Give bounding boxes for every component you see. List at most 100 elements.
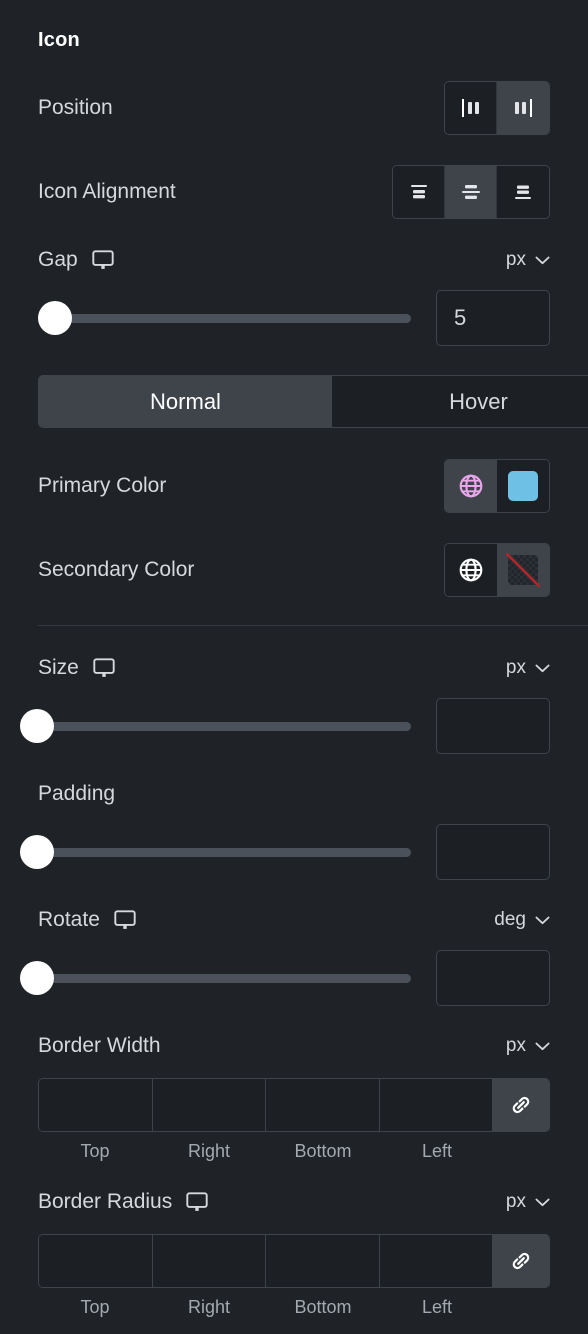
globe-icon	[459, 474, 483, 498]
border-width-unit-value: px	[505, 1035, 526, 1056]
border-width-top-input[interactable]	[39, 1079, 153, 1131]
align-start-vertical-icon	[461, 99, 479, 117]
padding-value-input[interactable]	[436, 824, 550, 880]
icon-alignment-label: Icon Alignment	[38, 180, 176, 203]
desktop-icon[interactable]	[114, 910, 136, 930]
primary-color-label: Primary Color	[38, 474, 167, 497]
state-tabs: Normal Hover	[38, 375, 588, 428]
size-label: Size	[38, 656, 79, 679]
tab-normal[interactable]: Normal	[39, 376, 332, 427]
position-option-start[interactable]	[445, 82, 497, 134]
border-width-label-left: Left	[421, 1141, 453, 1161]
rotate-label: Rotate	[38, 908, 100, 931]
secondary-color-global-button[interactable]	[445, 544, 497, 596]
border-radius-label: Border Radius	[38, 1190, 173, 1213]
link-icon	[512, 1252, 530, 1270]
icon-alignment-option-middle[interactable]	[445, 166, 497, 218]
size-slider-thumb[interactable]	[20, 709, 54, 743]
size-slider[interactable]	[20, 709, 411, 743]
border-radius-left-input[interactable]	[379, 1235, 493, 1287]
size-unit-value: px	[505, 657, 526, 678]
size-header: Size px	[0, 652, 588, 684]
align-bottom-icon	[515, 185, 531, 199]
border-width-bottom-input[interactable]	[266, 1079, 380, 1131]
chevron-down-icon	[535, 1198, 550, 1207]
gap-unit-value: px	[505, 249, 526, 270]
primary-color-global-button[interactable]	[445, 460, 497, 512]
padding-slider-row	[0, 824, 588, 880]
section-title: Icon	[38, 28, 80, 51]
gap-value-input[interactable]: 5	[436, 290, 550, 346]
primary-color-swatch	[508, 471, 538, 501]
border-width-header: Border Width px	[0, 1030, 588, 1062]
primary-color-swatch-button[interactable]	[497, 460, 549, 512]
globe-icon	[459, 558, 483, 582]
border-width-label: Border Width	[38, 1034, 161, 1057]
icon-alignment-option-bottom[interactable]	[497, 166, 549, 218]
secondary-color-row: Secondary Color	[0, 543, 588, 597]
gap-slider-thumb[interactable]	[38, 301, 72, 335]
rotate-unit-selector[interactable]: deg	[494, 909, 550, 931]
border-width-inputs	[38, 1078, 550, 1132]
gap-unit-selector[interactable]: px	[506, 249, 550, 271]
border-radius-label-top: Top	[80, 1297, 110, 1317]
border-radius-inputs	[38, 1234, 550, 1288]
position-row: Position	[0, 81, 588, 135]
icon-style-panel: Icon Position Icon Alignment Gap px 5 No…	[0, 0, 588, 1334]
border-width-side-labels: Top Right Bottom Left	[38, 1141, 550, 1162]
border-radius-unit-value: px	[505, 1191, 526, 1212]
padding-slider[interactable]	[20, 835, 411, 869]
secondary-color-control	[444, 543, 550, 597]
border-width-unit-selector[interactable]: px	[506, 1035, 550, 1057]
border-radius-control: Top Right Bottom Left	[0, 1234, 588, 1318]
padding-label: Padding	[38, 782, 116, 805]
rotate-slider[interactable]	[20, 961, 411, 995]
border-radius-right-input[interactable]	[152, 1235, 266, 1287]
border-radius-label-left: Left	[421, 1297, 453, 1317]
rotate-slider-thumb[interactable]	[20, 961, 54, 995]
rotate-slider-track	[20, 973, 411, 983]
icon-alignment-row: Icon Alignment	[0, 165, 588, 219]
position-option-end[interactable]	[497, 82, 549, 134]
desktop-icon[interactable]	[93, 658, 115, 678]
primary-color-control	[444, 459, 550, 513]
desktop-icon[interactable]	[186, 1192, 208, 1212]
gap-slider-track	[38, 313, 411, 323]
icon-alignment-option-top[interactable]	[393, 166, 445, 218]
rotate-unit-value: deg	[494, 909, 526, 930]
border-radius-unit-selector[interactable]: px	[506, 1191, 550, 1213]
border-radius-side-labels: Top Right Bottom Left	[38, 1297, 550, 1318]
border-radius-link-toggle[interactable]	[493, 1235, 549, 1287]
align-middle-icon	[461, 185, 480, 199]
section-header: Icon	[0, 24, 588, 56]
border-width-left-input[interactable]	[379, 1079, 493, 1131]
divider	[38, 625, 588, 626]
padding-slider-thumb[interactable]	[20, 835, 54, 869]
gap-slider-row: 5	[0, 290, 588, 346]
gap-header: Gap px	[0, 244, 588, 276]
secondary-color-swatch-empty	[506, 553, 540, 587]
border-radius-top-input[interactable]	[39, 1235, 153, 1287]
desktop-icon[interactable]	[92, 250, 114, 270]
size-value-input[interactable]	[436, 698, 550, 754]
align-end-vertical-icon	[515, 99, 532, 117]
border-width-label-right: Right	[187, 1141, 231, 1161]
chevron-down-icon	[535, 256, 550, 265]
size-slider-row	[0, 698, 588, 754]
gap-label: Gap	[38, 248, 78, 271]
border-radius-header: Border Radius px	[0, 1186, 588, 1218]
gap-slider[interactable]	[38, 301, 411, 335]
size-unit-selector[interactable]: px	[506, 657, 550, 679]
tab-hover[interactable]: Hover	[332, 376, 588, 427]
border-width-link-toggle[interactable]	[493, 1079, 549, 1131]
link-icon	[512, 1096, 530, 1114]
padding-header: Padding	[0, 778, 588, 810]
border-width-right-input[interactable]	[152, 1079, 266, 1131]
rotate-value-input[interactable]	[436, 950, 550, 1006]
border-radius-bottom-input[interactable]	[266, 1235, 380, 1287]
position-choices	[444, 81, 550, 135]
secondary-color-swatch-button[interactable]	[497, 544, 549, 596]
border-width-label-bottom: Bottom	[294, 1141, 352, 1161]
primary-color-row: Primary Color	[0, 459, 588, 513]
chevron-down-icon	[535, 1042, 550, 1051]
